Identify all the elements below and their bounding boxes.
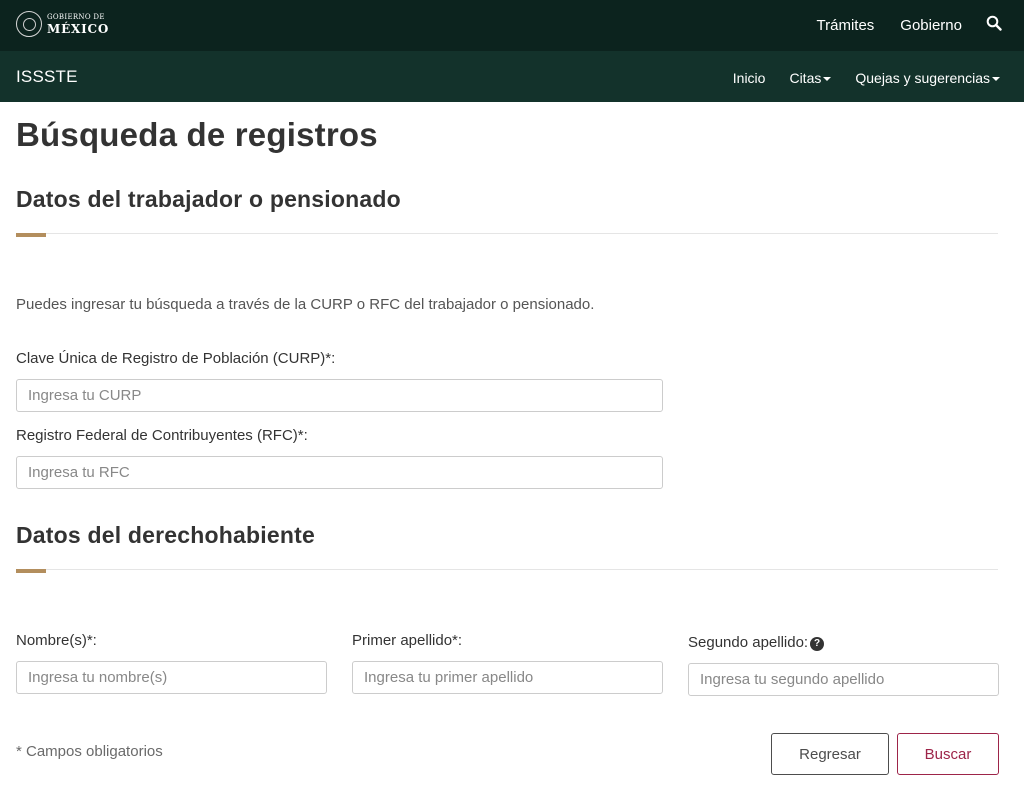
section-divider [16, 569, 998, 570]
section-divider-accent [16, 233, 46, 237]
first-surname-label: Primer apellido*: [352, 632, 463, 649]
top-link-gobierno[interactable]: Gobierno [900, 17, 962, 34]
name-input[interactable] [16, 661, 327, 694]
section-divider-accent [16, 569, 46, 573]
curp-input[interactable] [16, 379, 663, 412]
gov-topbar: GOBIERNO DE MÉXICO Trámites Gobierno [0, 0, 1024, 51]
second-surname-label-group: Segundo apellido:? [688, 634, 825, 651]
rfc-input[interactable] [16, 456, 663, 489]
gobierno-de-mexico-logo[interactable]: GOBIERNO DE MÉXICO [16, 11, 109, 37]
curp-label: Clave Única de Registro de Población (CU… [16, 350, 336, 367]
nav-links: Inicio Citas Quejas y sugerencias [709, 51, 1000, 102]
nav-item-label: Inicio [732, 70, 766, 86]
logo-line-2: MÉXICO [47, 21, 110, 36]
nav-item-label: Quejas y sugerencias [855, 70, 990, 86]
section-divider [16, 233, 998, 234]
logo-text: GOBIERNO DE MÉXICO [47, 12, 110, 36]
top-links: Trámites Gobierno [791, 0, 1003, 51]
beneficiary-section-title: Datos del derechohabiente [16, 522, 315, 548]
search-button[interactable]: Buscar [897, 733, 999, 775]
search-help-text: Puedes ingresar tu búsqueda a través de … [16, 296, 595, 313]
top-link-tramites[interactable]: Trámites [817, 17, 875, 34]
nav-item-inicio[interactable]: Inicio [733, 70, 766, 86]
logo-line-1: GOBIERNO DE [47, 12, 105, 21]
second-surname-label: Segundo apellido: [688, 634, 809, 651]
nav-item-label: Citas [789, 70, 822, 86]
name-label: Nombre(s)*: [16, 632, 97, 649]
required-fields-note: * Campos obligatorios [16, 743, 163, 760]
page-title: Búsqueda de registros [16, 116, 378, 153]
back-button[interactable]: Regresar [771, 733, 889, 775]
nav-item-citas[interactable]: Citas [789, 70, 832, 86]
nav-item-quejas[interactable]: Quejas y sugerencias [855, 70, 1000, 86]
worker-section-title: Datos del trabajador o pensionado [16, 186, 401, 212]
national-seal-icon [16, 11, 42, 37]
question-circle-icon[interactable]: ? [810, 636, 825, 651]
second-surname-input[interactable] [688, 663, 999, 696]
caret-down-icon [823, 77, 832, 81]
first-surname-input[interactable] [352, 661, 663, 694]
site-brand[interactable]: ISSSTE [16, 67, 78, 87]
site-navbar: ISSSTE Inicio Citas Quejas y sugerencias [0, 51, 1024, 102]
caret-down-icon [992, 77, 1000, 81]
rfc-label: Registro Federal de Contribuyentes (RFC)… [16, 427, 308, 444]
search-icon[interactable] [986, 15, 1002, 31]
